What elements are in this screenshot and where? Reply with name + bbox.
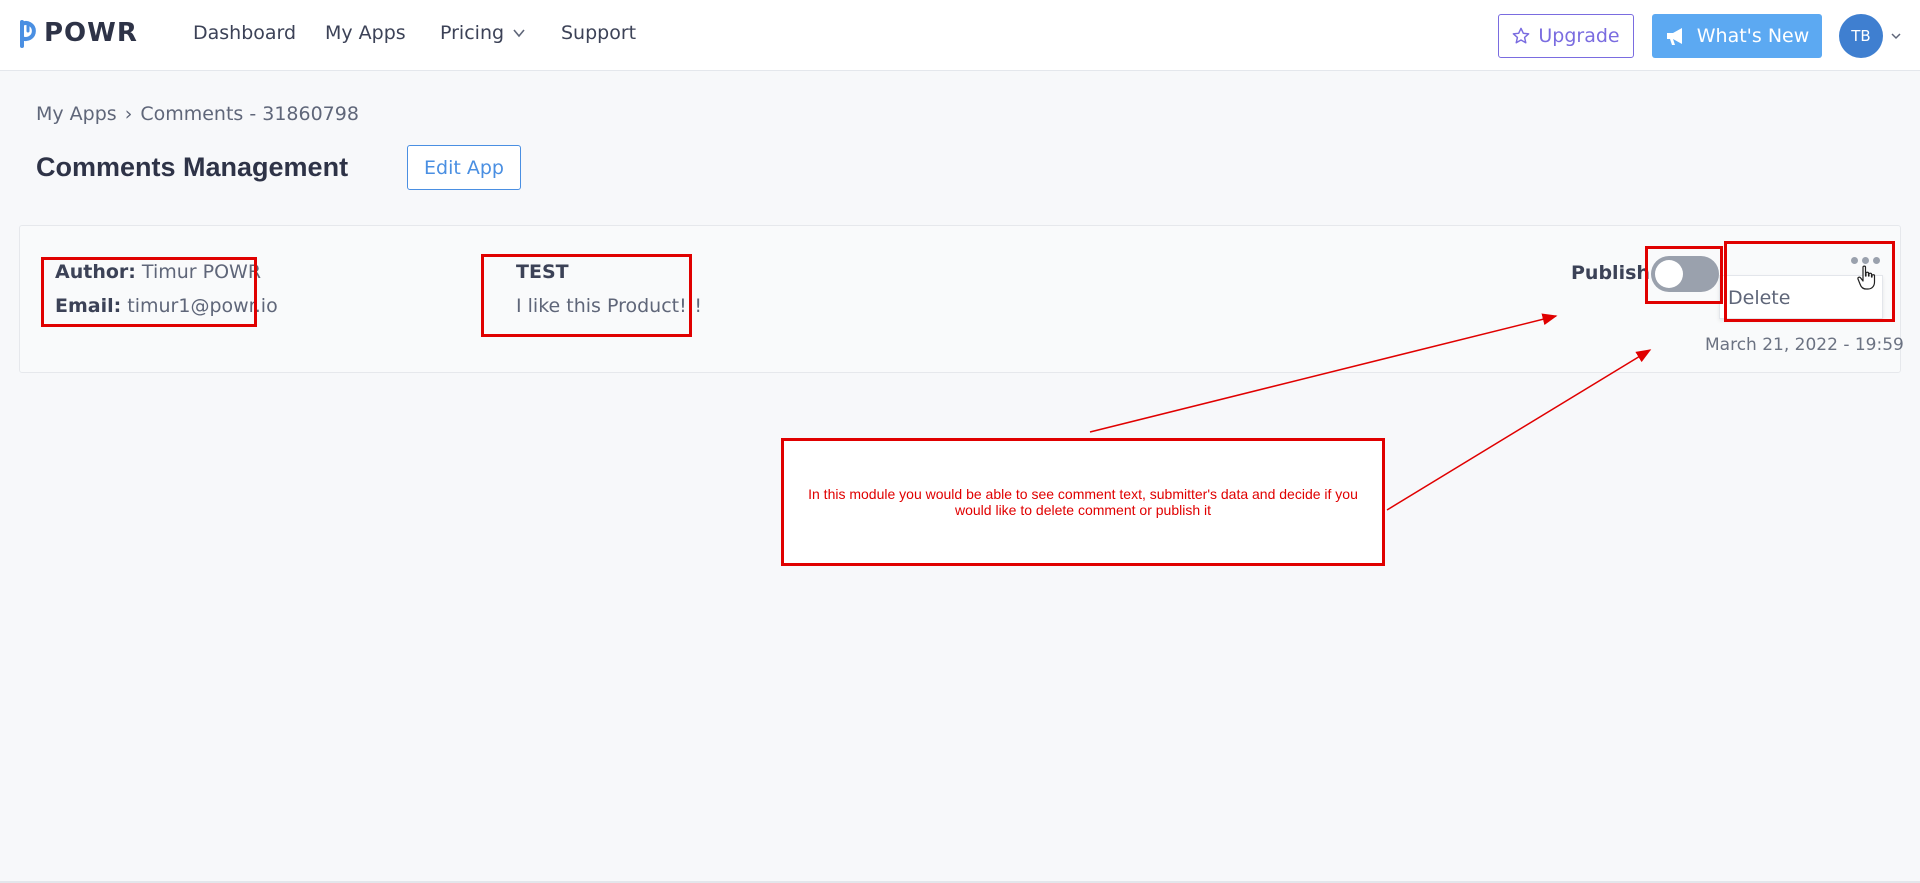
avatar[interactable]: TB	[1839, 14, 1883, 58]
top-nav: POWR Dashboard My Apps Pricing Support U…	[0, 0, 1920, 71]
breadcrumb-current: Comments - 31860798	[140, 103, 359, 125]
publish-label: Publish	[1571, 262, 1650, 284]
highlight-author-box	[41, 257, 257, 327]
nav-pricing[interactable]: Pricing	[440, 22, 526, 44]
breadcrumb: My Apps › Comments - 31860798	[36, 103, 359, 125]
avatar-chevron-down-icon[interactable]	[1890, 30, 1902, 42]
highlight-comment-box	[481, 254, 692, 337]
star-icon	[1513, 27, 1530, 44]
arrow-to-toggle	[1386, 349, 1652, 511]
megaphone-icon	[1666, 28, 1682, 45]
upgrade-button[interactable]: Upgrade	[1498, 14, 1634, 58]
page-title: Comments Management	[36, 152, 349, 182]
comment-date: March 21, 2022 - 19:59	[1705, 335, 1904, 355]
brand-name: POWR	[44, 18, 138, 48]
upgrade-label: Upgrade	[1538, 25, 1620, 47]
nav-dashboard[interactable]: Dashboard	[193, 22, 296, 44]
edit-app-button[interactable]: Edit App	[407, 145, 521, 190]
breadcrumb-separator: ›	[124, 103, 133, 125]
nav-my-apps[interactable]: My Apps	[325, 22, 406, 44]
powr-logo[interactable]: POWR	[18, 18, 138, 48]
chevron-down-icon	[513, 29, 525, 38]
breadcrumb-my-apps[interactable]: My Apps	[36, 103, 117, 125]
nav-pricing-label: Pricing	[440, 22, 505, 44]
whats-new-button[interactable]: What's New	[1652, 14, 1822, 58]
comment-card	[19, 225, 1901, 373]
highlight-toggle-box	[1645, 246, 1723, 304]
highlight-menu-box	[1724, 241, 1895, 322]
annotation-note: In this module you would be able to see …	[781, 438, 1385, 566]
nav-support[interactable]: Support	[561, 22, 636, 44]
powr-logo-icon	[20, 20, 36, 48]
whats-new-label: What's New	[1696, 25, 1810, 47]
